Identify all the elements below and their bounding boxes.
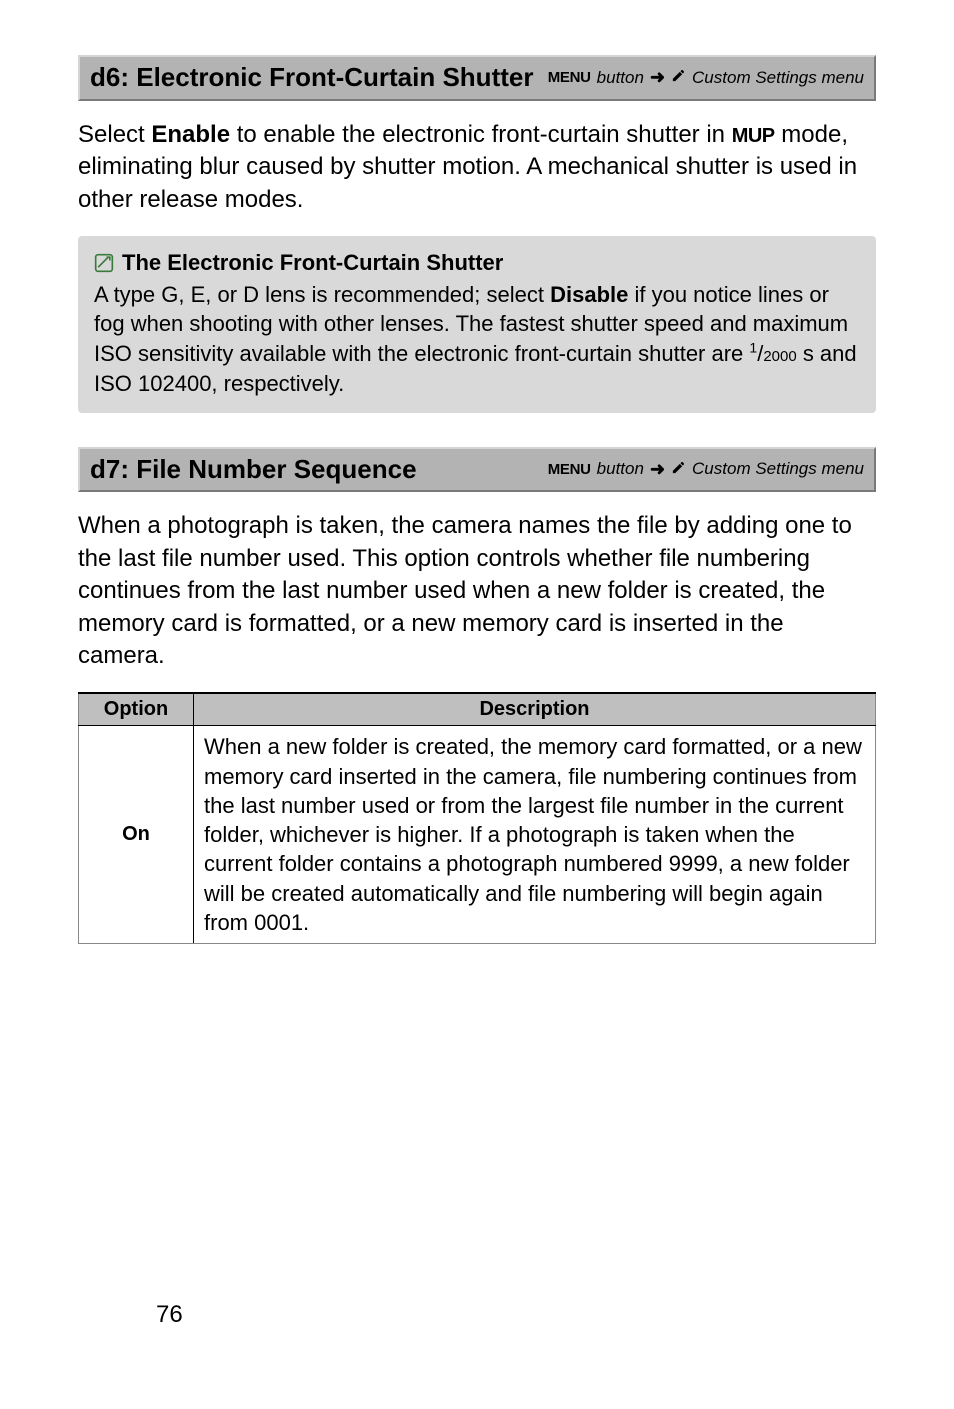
description-cell: When a new folder is created, the memory… xyxy=(194,726,876,944)
header-option: Option xyxy=(79,693,194,726)
menu-name: Custom Settings menu xyxy=(692,459,864,479)
header-description: Description xyxy=(194,693,876,726)
bold-disable: Disable xyxy=(550,282,628,307)
pencil-icon xyxy=(671,68,686,87)
section-title: d7: File Number Sequence xyxy=(90,455,417,485)
button-text: button xyxy=(597,459,644,479)
section-title: d6: Electronic Front-Curtain Shutter xyxy=(90,63,533,93)
arrow-icon: ➜ xyxy=(650,67,665,88)
breadcrumb: MENU button ➜ Custom Settings menu xyxy=(548,67,864,88)
button-text: button xyxy=(597,68,644,88)
menu-label: MENU xyxy=(548,461,591,478)
note-title: The Electronic Front-Curtain Shutter xyxy=(122,248,503,278)
section-body-d6: Select Enable to enable the electronic f… xyxy=(78,119,876,216)
breadcrumb: MENU button ➜ Custom Settings menu xyxy=(548,459,864,480)
menu-label: MENU xyxy=(548,69,591,86)
option-cell: On xyxy=(79,726,194,944)
fraction-denominator: 2000 xyxy=(763,348,796,365)
fraction-numerator: 1 xyxy=(749,340,757,356)
arrow-icon: ➜ xyxy=(650,459,665,480)
menu-name: Custom Settings menu xyxy=(692,68,864,88)
text: Select xyxy=(78,121,151,148)
page-number: 76 xyxy=(156,1301,183,1329)
bold-enable: Enable xyxy=(151,121,230,148)
section-header-d6: d6: Electronic Front-Curtain Shutter MEN… xyxy=(78,55,876,101)
section-header-d7: d7: File Number Sequence MENU button ➜ C… xyxy=(78,447,876,493)
note-text: A type G, E, or D lens is recommended; s… xyxy=(94,282,550,307)
text: to enable the electronic front-curtain s… xyxy=(230,121,732,148)
table-header-row: Option Description xyxy=(79,693,876,726)
note-box: The Electronic Front-Curtain Shutter A t… xyxy=(78,236,876,412)
mup-label: MUP xyxy=(732,125,775,147)
section-body-d7: When a photograph is taken, the camera n… xyxy=(78,510,876,672)
table-row: On When a new folder is created, the mem… xyxy=(79,726,876,944)
options-table: Option Description On When a new folder … xyxy=(78,692,876,944)
note-title-row: The Electronic Front-Curtain Shutter xyxy=(94,248,860,278)
note-icon xyxy=(94,253,114,273)
pencil-icon xyxy=(671,460,686,479)
